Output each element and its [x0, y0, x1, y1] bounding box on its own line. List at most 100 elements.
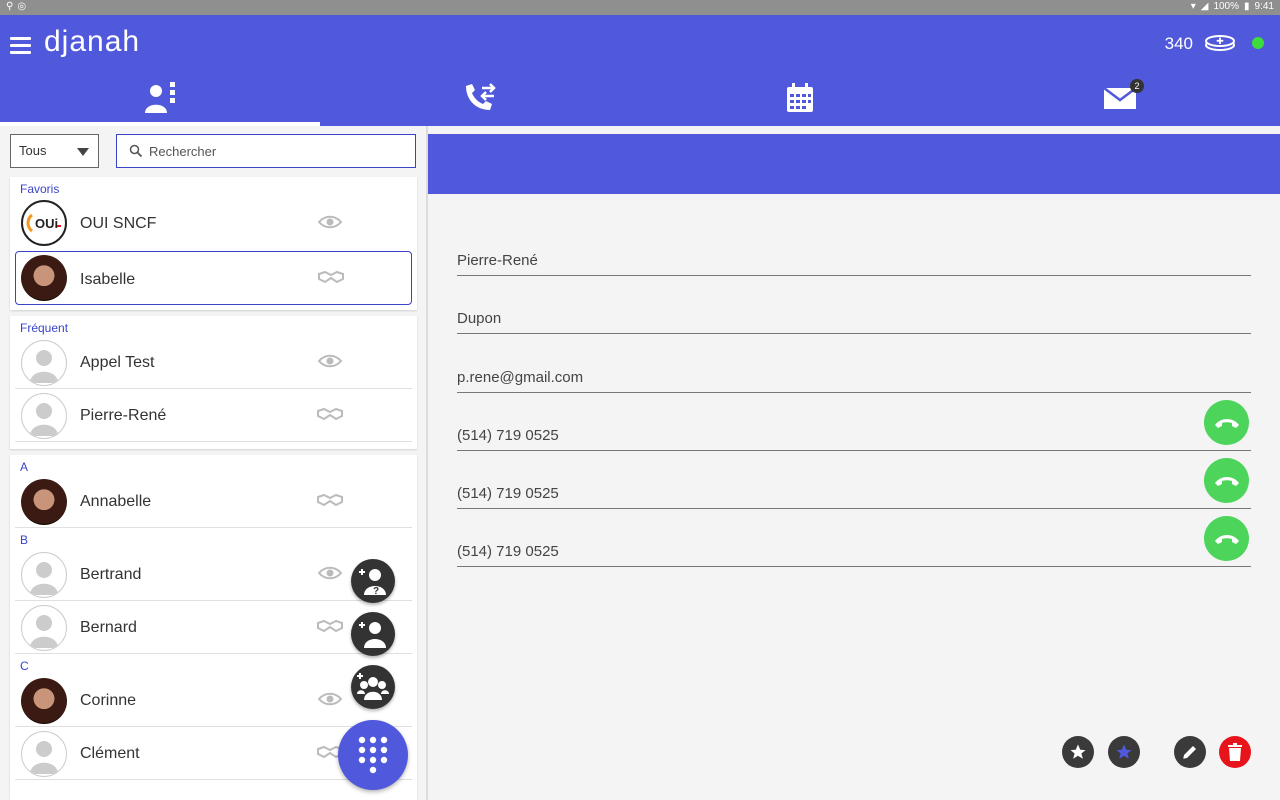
- avatar: OUi: [21, 200, 67, 246]
- system-status-bar: ⚲ ◎ ▾ ◢ 100% ▮ 9:41: [0, 0, 1280, 15]
- avatar: [21, 605, 67, 651]
- dropdown-arrow-icon: [77, 148, 89, 156]
- avatar: [21, 393, 67, 439]
- handshake-icon: [317, 619, 343, 633]
- filter-value: Tous: [19, 143, 47, 158]
- svg-text:✚: ✚: [1216, 37, 1224, 47]
- phone-value: (514) 719 0525: [457, 485, 559, 502]
- star-icon: [1116, 744, 1132, 759]
- handshake-icon: [318, 270, 344, 284]
- call-button[interactable]: [1204, 516, 1249, 561]
- handshake-icon: [317, 407, 343, 421]
- credits-count: 340: [1164, 34, 1193, 53]
- eye-icon: [317, 354, 343, 368]
- add-unknown-contact-button[interactable]: ?: [351, 559, 395, 603]
- delete-button[interactable]: [1219, 736, 1251, 768]
- last-name-field[interactable]: Dupon: [457, 310, 1251, 334]
- section-frequent: Fréquent: [20, 321, 69, 335]
- contact-pierre-rene[interactable]: Pierre-René: [15, 389, 412, 442]
- first-name-field[interactable]: Pierre-René: [457, 252, 1251, 276]
- app-logo: djanah: [44, 25, 141, 58]
- add-contact-icon: [359, 622, 386, 648]
- tab-messages[interactable]: 2: [960, 70, 1280, 126]
- avatar: [21, 479, 67, 525]
- search-box[interactable]: [116, 134, 416, 168]
- contacts-icon: [145, 82, 175, 113]
- phone-icon: [1214, 534, 1239, 544]
- avatar: [21, 255, 67, 301]
- tab-bar: 2: [0, 70, 1280, 126]
- call-button[interactable]: [1204, 400, 1249, 445]
- tab-contacts[interactable]: [0, 70, 320, 126]
- frequent-card: Fréquent Appel Test Pierre-René: [10, 316, 417, 449]
- dialpad-button[interactable]: [338, 720, 408, 790]
- signal-icon: ◢: [1200, 1, 1209, 12]
- contact-name: Isabelle: [80, 271, 136, 288]
- contact-name: Appel Test: [80, 354, 155, 371]
- call-button[interactable]: [1204, 458, 1249, 503]
- contact-name: Clément: [80, 745, 140, 762]
- unread-badge: 2: [1130, 79, 1144, 93]
- contact-annabelle[interactable]: Annabelle: [15, 475, 412, 528]
- trash-icon: [1228, 743, 1242, 761]
- contact-name: Annabelle: [80, 493, 152, 510]
- add-group-icon: [357, 673, 389, 700]
- section-favorites: Favoris: [20, 182, 60, 196]
- edit-button[interactable]: [1174, 736, 1206, 768]
- contact-name: OUI SNCF: [80, 215, 157, 232]
- favorite-button[interactable]: [1062, 736, 1094, 768]
- contact-name: Bernard: [80, 619, 137, 636]
- add-group-button[interactable]: [351, 665, 395, 709]
- phone-value: (514) 719 0525: [457, 543, 559, 560]
- coins-icon[interactable]: ✚: [1204, 32, 1236, 52]
- filter-dropdown[interactable]: Tous: [10, 134, 99, 168]
- contact-oui-sncf[interactable]: OUi OUI SNCF: [15, 197, 412, 251]
- contact-name: Pierre-René: [80, 407, 167, 424]
- pencil-icon: [1183, 746, 1196, 759]
- last-name-value: Dupon: [457, 310, 502, 327]
- email-field[interactable]: p.rene@gmail.com: [457, 369, 1251, 393]
- contact-isabelle[interactable]: Isabelle: [15, 251, 412, 305]
- contact-name: Corinne: [80, 692, 137, 709]
- dialpad-icon: [358, 736, 388, 774]
- phone-field[interactable]: (514) 719 0525: [457, 543, 1251, 567]
- eye-icon: [317, 566, 343, 580]
- sync-icon: ◎: [17, 1, 27, 12]
- contact-appel-test[interactable]: Appel Test: [15, 336, 412, 389]
- section-a: A: [20, 460, 29, 474]
- wifi-icon: ▾: [1190, 1, 1196, 12]
- notification-icon: ⚲: [6, 1, 14, 12]
- clock: 9:41: [1254, 1, 1274, 12]
- svg-text:?: ?: [373, 586, 379, 597]
- calendar-icon: [787, 83, 813, 112]
- avatar: [21, 340, 67, 386]
- phone-icon: [1214, 418, 1239, 428]
- detail-header: [428, 134, 1280, 194]
- phone-field[interactable]: (514) 719 0525: [457, 427, 1251, 451]
- tab-calendar[interactable]: [640, 70, 960, 126]
- email-value: p.rene@gmail.com: [457, 369, 584, 386]
- add-contact-button[interactable]: [351, 612, 395, 656]
- add-unknown-contact-icon: ?: [359, 569, 386, 597]
- section-b: B: [20, 533, 29, 547]
- search-input[interactable]: [149, 141, 404, 161]
- phone-value: (514) 719 0525: [457, 427, 559, 444]
- battery-level: 100%: [1213, 1, 1240, 12]
- star-icon: [1070, 744, 1086, 759]
- battery-icon: ▮: [1244, 1, 1250, 12]
- online-status-dot: [1252, 37, 1264, 49]
- eye-icon: [317, 692, 343, 706]
- favorite-active-button[interactable]: [1108, 736, 1140, 768]
- phone-field[interactable]: (514) 719 0525: [457, 485, 1251, 509]
- tab-calls[interactable]: [320, 70, 640, 126]
- handshake-icon: [317, 493, 343, 507]
- avatar: [21, 678, 67, 724]
- avatar: [21, 731, 67, 777]
- phone-icon: [1214, 476, 1239, 486]
- oui-logo-text: OUi: [35, 216, 58, 231]
- menu-icon[interactable]: [10, 37, 31, 54]
- favorites-card: Favoris OUi OUI SNCF Isabelle: [10, 177, 417, 310]
- avatar: [21, 552, 67, 598]
- eye-icon: [317, 215, 343, 229]
- search-icon: [129, 144, 143, 158]
